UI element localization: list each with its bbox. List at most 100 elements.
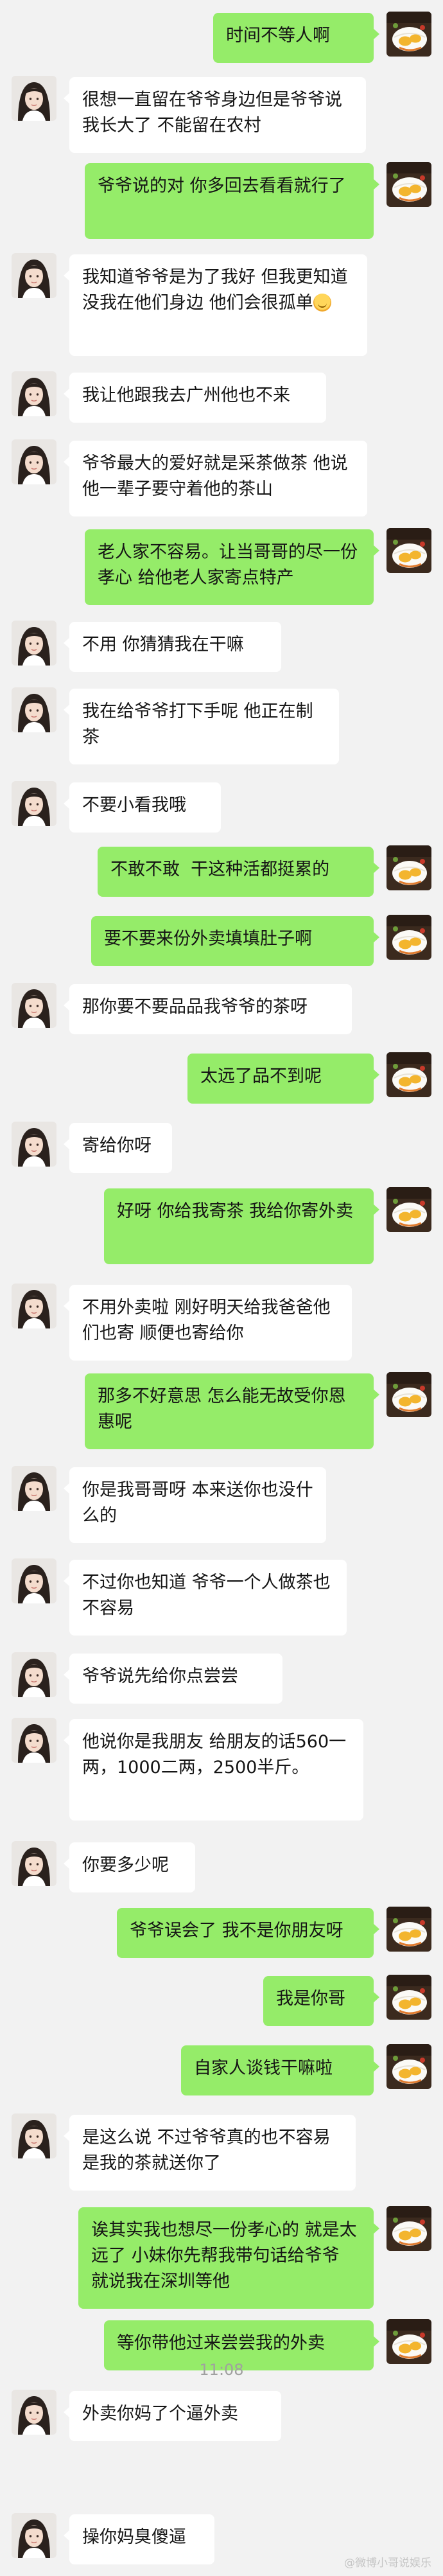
message-row-incoming: 不用外卖啦 刚好明天给我爸爸他们也寄 顺便也寄给你 xyxy=(0,1284,443,1361)
message-text: 老人家不容易。让当哥哥的尽一份孝心 给他老人家寄点特产 xyxy=(98,542,358,588)
my-avatar[interactable] xyxy=(387,162,431,207)
message-bubble[interactable]: 你要多少呢 xyxy=(64,1842,195,1892)
message-bubble[interactable]: 诶其实我也想尽一份孝心的 就是太远了 小妹你先帮我带句话给爷爷 就说我在深圳等他 xyxy=(78,2207,379,2309)
message-text: 爷爷最大的爱好就是采茶做茶 他说他一辈子要守着他的茶山 xyxy=(82,454,348,499)
message-text: 我在给爷爷打下手呢 他正在制茶 xyxy=(82,701,313,747)
my-avatar[interactable] xyxy=(387,1907,431,1952)
message-row-incoming: 你是我哥哥呀 本来送你也没什么的 xyxy=(0,1466,443,1543)
message-bubble[interactable]: 爷爷误会了 我不是你朋友呀 xyxy=(117,1908,379,1958)
message-bubble[interactable]: 那多不好意思 怎么能无故受你恩惠呢 xyxy=(85,1373,379,1449)
my-avatar[interactable] xyxy=(387,1187,431,1232)
message-bubble[interactable]: 操你妈臭傻逼 xyxy=(64,2514,214,2564)
my-avatar[interactable] xyxy=(387,1975,431,2020)
message-bubble[interactable]: 不要小看我哦 xyxy=(64,782,221,833)
my-avatar[interactable] xyxy=(387,1052,431,1097)
message-row-incoming: 很想一直留在爷爷身边但是爷爷说我长大了 不能留在农村 xyxy=(0,76,443,153)
contact-avatar[interactable] xyxy=(12,253,56,298)
message-bubble[interactable]: 爷爷说的对 你多回去看看就行了 xyxy=(85,163,379,239)
message-bubble[interactable]: 寄给你呀 xyxy=(64,1123,172,1173)
message-text: 是这么说 不过爷爷真的也不容易 是我的茶就送你了 xyxy=(82,2128,336,2173)
message-row-incoming: 是这么说 不过爷爷真的也不容易 是我的茶就送你了 xyxy=(0,2113,443,2191)
contact-avatar[interactable] xyxy=(12,1558,56,1603)
contact-avatar[interactable] xyxy=(12,1718,56,1763)
message-bubble[interactable]: 我在给爷爷打下手呢 他正在制茶 xyxy=(64,689,339,764)
message-row-incoming: 不要小看我哦 xyxy=(0,781,443,833)
message-text: 不要小看我哦 xyxy=(82,795,186,815)
message-row-incoming: 不用 你猜猜我在干嘛 xyxy=(0,621,443,672)
message-row-incoming: 外卖你妈了个逼外卖 xyxy=(0,2390,443,2441)
message-bubble[interactable]: 不过你也知道 爷爷一个人做茶也不容易 xyxy=(64,1560,347,1636)
my-avatar[interactable] xyxy=(387,528,431,573)
message-bubble[interactable]: 那你要不要品品我爷爷的茶呀 xyxy=(64,984,352,1034)
message-text: 你是我哥哥呀 本来送你也没什么的 xyxy=(82,1480,313,1526)
contact-avatar[interactable] xyxy=(12,2113,56,2158)
message-text: 我知道爷爷是为了我好 但我更知道 没我在他们身边 他们会很孤单 xyxy=(82,267,354,313)
message-text: 要不要来份外卖填填肚子啊 xyxy=(104,929,312,949)
message-bubble[interactable]: 他说你是我朋友 给朋友的话560一两，1000二两，2500半斤。 xyxy=(64,1719,363,1821)
my-avatar[interactable] xyxy=(387,845,431,890)
message-row-outgoing: 不敢不敢 干这种活都挺累的 xyxy=(0,845,443,897)
contact-avatar[interactable] xyxy=(12,1284,56,1328)
contact-avatar[interactable] xyxy=(12,2390,56,2435)
message-text: 好呀 你给我寄茶 我给你寄外卖 xyxy=(117,1201,354,1221)
message-row-incoming: 寄给你呀 xyxy=(0,1122,443,1173)
my-avatar[interactable] xyxy=(387,12,431,57)
message-bubble[interactable]: 太远了品不到呢 xyxy=(187,1054,379,1104)
message-timestamp: 11:08 xyxy=(199,2361,244,2379)
message-row-outgoing: 太远了品不到呢 xyxy=(0,1052,443,1104)
my-avatar[interactable] xyxy=(387,2206,431,2251)
message-text: 寄给你呀 xyxy=(82,1136,152,1156)
contact-avatar[interactable] xyxy=(12,1652,56,1697)
message-bubble[interactable]: 自家人谈钱干嘛啦 xyxy=(181,2045,379,2095)
contact-avatar[interactable] xyxy=(12,2513,56,2558)
message-bubble[interactable]: 外卖你妈了个逼外卖 xyxy=(64,2391,281,2441)
contact-avatar[interactable] xyxy=(12,983,56,1028)
message-text: 不用外卖啦 刚好明天给我爸爸他们也寄 顺便也寄给你 xyxy=(82,1298,331,1343)
message-bubble[interactable]: 时间不等人啊 xyxy=(213,13,379,63)
message-bubble[interactable]: 要不要来份外卖填填肚子啊 xyxy=(91,916,379,966)
message-bubble[interactable]: 你是我哥哥呀 本来送你也没什么的 xyxy=(64,1467,326,1543)
message-bubble[interactable]: 我让他跟我去广州他也不来 xyxy=(64,373,326,423)
contact-avatar[interactable] xyxy=(12,781,56,826)
watermark: @微博小哥说娱乐 xyxy=(344,2557,431,2570)
contact-avatar[interactable] xyxy=(12,687,56,732)
message-text: 太远了品不到呢 xyxy=(200,1066,322,1086)
my-avatar[interactable] xyxy=(387,1372,431,1417)
message-row-outgoing: 好呀 你给我寄茶 我给你寄外卖 xyxy=(0,1187,443,1264)
message-bubble[interactable]: 我是你哥 xyxy=(263,1976,379,2026)
message-bubble[interactable]: 好呀 你给我寄茶 我给你寄外卖 xyxy=(104,1188,379,1264)
message-bubble[interactable]: 爷爷说先给你点尝尝 xyxy=(64,1654,282,1704)
my-avatar[interactable] xyxy=(387,2319,431,2364)
message-row-outgoing: 我是你哥 xyxy=(0,1975,443,2026)
contact-avatar[interactable] xyxy=(12,1841,56,1886)
my-avatar[interactable] xyxy=(387,2044,431,2089)
message-text: 外卖你妈了个逼外卖 xyxy=(82,2404,238,2424)
message-text: 不用 你猜猜我在干嘛 xyxy=(82,635,244,655)
message-row-outgoing: 时间不等人啊 xyxy=(0,12,443,63)
message-row-incoming: 你要多少呢 xyxy=(0,1841,443,1892)
message-row-outgoing: 爷爷误会了 我不是你朋友呀 xyxy=(0,1907,443,1958)
contact-avatar[interactable] xyxy=(12,1122,56,1167)
contact-avatar[interactable] xyxy=(12,1466,56,1511)
message-bubble[interactable]: 爷爷最大的爱好就是采茶做茶 他说他一辈子要守着他的茶山 xyxy=(64,441,367,516)
my-avatar[interactable] xyxy=(387,915,431,960)
message-bubble[interactable]: 老人家不容易。让当哥哥的尽一份孝心 给他老人家寄点特产 xyxy=(85,529,379,605)
message-row-outgoing: 诶其实我也想尽一份孝心的 就是太远了 小妹你先帮我带句话给爷爷 就说我在深圳等他 xyxy=(0,2206,443,2309)
contact-avatar[interactable] xyxy=(12,621,56,666)
contact-avatar[interactable] xyxy=(12,76,56,121)
message-bubble[interactable]: 不用外卖啦 刚好明天给我爸爸他们也寄 顺便也寄给你 xyxy=(64,1285,352,1361)
message-bubble[interactable]: 是这么说 不过爷爷真的也不容易 是我的茶就送你了 xyxy=(64,2115,356,2191)
message-bubble[interactable]: 我知道爷爷是为了我好 但我更知道 没我在他们身边 他们会很孤单 xyxy=(64,254,367,356)
contact-avatar[interactable] xyxy=(12,439,56,484)
contact-avatar[interactable] xyxy=(12,371,56,416)
message-row-outgoing: 爷爷说的对 你多回去看看就行了 xyxy=(0,162,443,239)
message-text: 那你要不要品品我爷爷的茶呀 xyxy=(82,997,308,1017)
message-bubble[interactable]: 不用 你猜猜我在干嘛 xyxy=(64,622,281,672)
message-text: 自家人谈钱干嘛啦 xyxy=(194,2058,333,2078)
message-bubble[interactable]: 不敢不敢 干这种活都挺累的 xyxy=(98,847,379,897)
message-row-incoming: 爷爷最大的爱好就是采茶做茶 他说他一辈子要守着他的茶山 xyxy=(0,439,443,516)
message-row-incoming: 我让他跟我去广州他也不来 xyxy=(0,371,443,423)
message-row-outgoing: 老人家不容易。让当哥哥的尽一份孝心 给他老人家寄点特产 xyxy=(0,528,443,605)
message-text: 爷爷误会了 我不是你朋友呀 xyxy=(130,1921,343,1941)
message-bubble[interactable]: 很想一直留在爷爷身边但是爷爷说我长大了 不能留在农村 xyxy=(64,77,366,153)
